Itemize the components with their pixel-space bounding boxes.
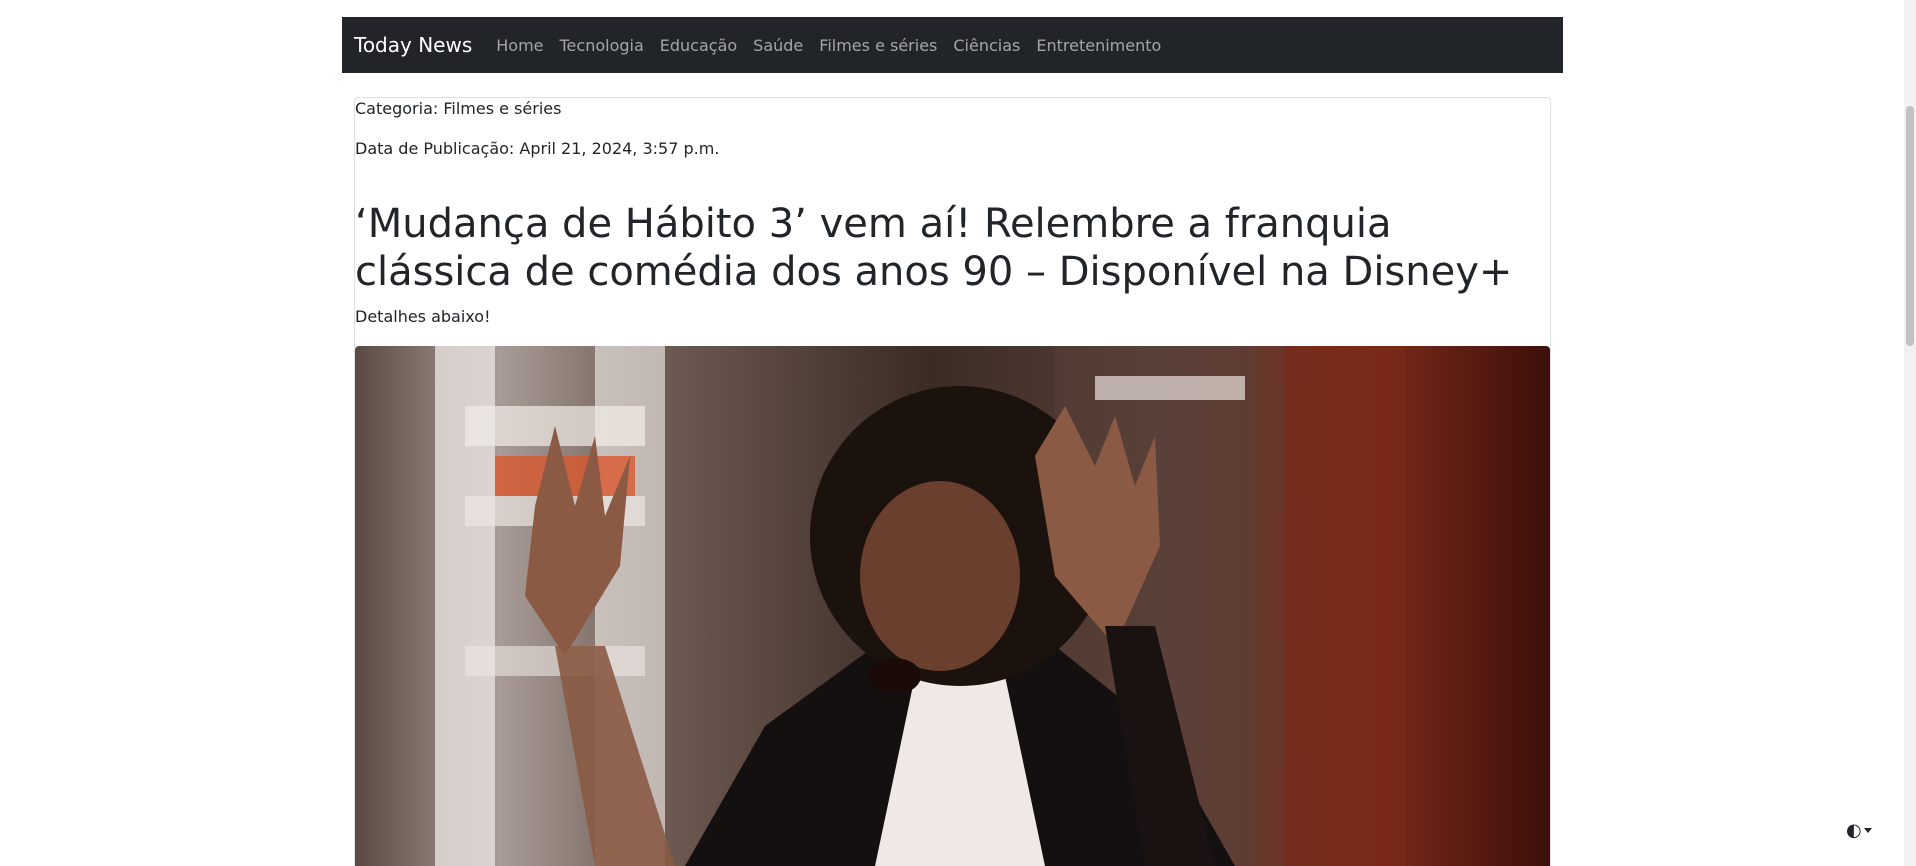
half-circle-contrast-icon: ◐: [1846, 819, 1862, 841]
nav-link-entretenimento[interactable]: Entretenimento: [1036, 36, 1161, 55]
scrollbar-thumb[interactable]: [1906, 106, 1914, 346]
top-navbar: Today News Home Tecnologia Educação Saúd…: [342, 17, 1563, 73]
brand-link[interactable]: Today News: [354, 33, 472, 57]
page-scrollbar[interactable]: [1904, 0, 1916, 866]
article-hero-image: [355, 346, 1550, 866]
theme-toggle-button[interactable]: ◐: [1846, 818, 1880, 842]
article-title: ‘Mudança de Hábito 3’ vem aí! Relembre a…: [355, 201, 1513, 295]
article-publish-date: Data de Publicação: April 21, 2024, 3:57…: [355, 139, 720, 158]
nav-link-ciencias[interactable]: Ciências: [953, 36, 1020, 55]
chevron-down-icon: [1863, 827, 1872, 833]
article-category: Categoria: Filmes e séries: [355, 99, 562, 118]
article-subtitle: Detalhes abaixo!: [355, 307, 491, 326]
nav-link-home[interactable]: Home: [496, 36, 543, 55]
nav-link-educacao[interactable]: Educação: [660, 36, 737, 55]
page: Today News Home Tecnologia Educação Saúd…: [0, 0, 1916, 866]
nav-link-saude[interactable]: Saúde: [753, 36, 803, 55]
hero-photo-illustration: [435, 346, 1405, 866]
nav-link-tecnologia[interactable]: Tecnologia: [560, 36, 644, 55]
nav-links: Home Tecnologia Educação Saúde Filmes e …: [496, 36, 1177, 55]
nav-link-filmes-e-series[interactable]: Filmes e séries: [819, 36, 937, 55]
